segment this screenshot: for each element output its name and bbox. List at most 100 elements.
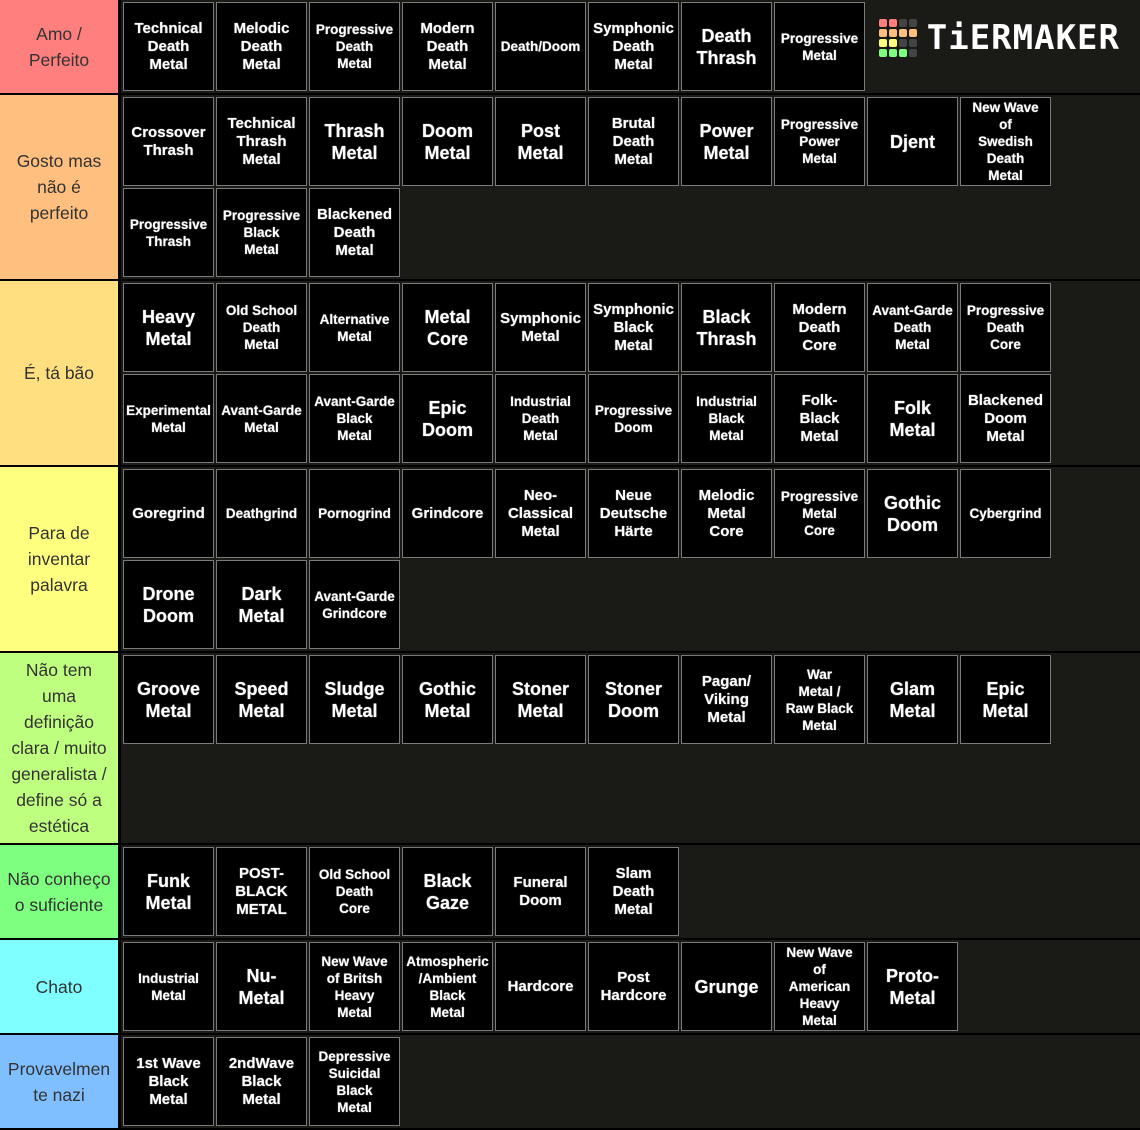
tier-item-card[interactable]: Metal Core [402,283,493,372]
logo-grid-cell [878,39,887,47]
tier-item-card[interactable]: Technical Death Metal [123,2,214,91]
tier-items: Groove Metal Speed Metal Sludge Metal Gothi… [121,653,1140,843]
tier-item-card[interactable]: Proto- Metal [867,942,958,1031]
tier-label[interactable]: Não conheço o suficiente [0,845,121,938]
tier-item-card[interactable]: Progressive Metal [774,2,865,91]
tier-item-card[interactable]: Groove Metal [123,655,214,744]
tier-item-card[interactable]: Black Gaze [402,847,493,936]
tier-item-card[interactable]: Nu- Metal [216,942,307,1031]
tier-label[interactable]: Amo / Perfeito [0,0,121,93]
tier-item-card[interactable]: Progressive Death Metal [309,2,400,91]
tier-item-card[interactable]: Sludge Metal [309,655,400,744]
tier-item-card[interactable]: Neo- Classical Metal [495,469,586,558]
tier-item-card[interactable]: Stoner Doom [588,655,679,744]
tier-item-card[interactable]: Blackened Doom Metal [960,374,1051,463]
tier-item-card[interactable]: Glam Metal [867,655,958,744]
tier-item-card[interactable]: Gothic Metal [402,655,493,744]
tier-row: É, tá bão Heavy Metal Old School Death Met… [0,281,1140,467]
tier-item-card[interactable]: Cybergrind [960,469,1051,558]
tier-items: Heavy Metal Old School Death Metal Alterna… [121,281,1140,465]
tier-item-card[interactable]: Modern Death Core [774,283,865,372]
tier-item-card[interactable]: Melodic Death Metal [216,2,307,91]
tier-item-card[interactable]: Heavy Metal [123,283,214,372]
tier-item-card[interactable]: Doom Metal [402,97,493,186]
tier-item-card[interactable]: New Wave of Swedish Death Metal [960,97,1051,186]
tier-item-card[interactable]: Speed Metal [216,655,307,744]
tier-item-card[interactable]: Brutal Death Metal [588,97,679,186]
tier-item-card[interactable]: Pagan/ Viking Metal [681,655,772,744]
tier-item-card[interactable]: Grindcore [402,469,493,558]
tier-item-card[interactable]: Folk Metal [867,374,958,463]
tier-item-card[interactable]: New Wave of American Heavy Metal [774,942,865,1031]
tier-item-card[interactable]: Progressive Metal Core [774,469,865,558]
tier-row: Não tem uma definição clara / muito gene… [0,653,1140,845]
tier-item-card[interactable]: 2ndWave Black Metal [216,1037,307,1126]
tier-label[interactable]: Chato [0,940,121,1033]
tier-item-card[interactable]: Death/Doom [495,2,586,91]
tier-item-card[interactable]: Depressive Suicidal Black Metal [309,1037,400,1126]
tier-item-card[interactable]: Atmospheric /Ambient Black Metal [402,942,493,1031]
tier-item-card[interactable]: Progressive Black Metal [216,188,307,277]
tier-item-card[interactable]: Gothic Doom [867,469,958,558]
tier-item-card[interactable]: Progressive Power Metal [774,97,865,186]
tier-item-card[interactable]: New Wave of Britsh Heavy Metal [309,942,400,1031]
tier-item-card[interactable]: Blackened Death Metal [309,188,400,277]
tier-item-card[interactable]: Progressive Death Core [960,283,1051,372]
tier-label[interactable]: Para de inventar palavra [0,467,121,651]
tier-item-card[interactable]: Alternative Metal [309,283,400,372]
tier-item-card[interactable]: Avant-Garde Grindcore [309,560,400,649]
logo-grid-cell [878,49,887,57]
tier-row: Não conheço o suficiente Funk Metal POST- … [0,845,1140,940]
tier-item-card[interactable]: Grunge [681,942,772,1031]
tier-item-card[interactable]: Melodic Metal Core [681,469,772,558]
tier-item-card[interactable]: Hardcore [495,942,586,1031]
tier-item-card[interactable]: Pornogrind [309,469,400,558]
tier-item-card[interactable]: Neue Deutsche Härte [588,469,679,558]
tier-item-card[interactable]: Death Thrash [681,2,772,91]
tier-item-card[interactable]: Symphonic Metal [495,283,586,372]
tier-item-card[interactable]: Funeral Doom [495,847,586,936]
tier-item-card[interactable]: Progressive Doom [588,374,679,463]
tier-item-card[interactable]: Avant-Garde Metal [216,374,307,463]
tier-item-card[interactable]: Thrash Metal [309,97,400,186]
tier-item-card[interactable]: Dark Metal [216,560,307,649]
tier-item-card[interactable]: Modern Death Metal [402,2,493,91]
tier-item-card[interactable]: 1st Wave Black Metal [123,1037,214,1126]
tier-item-card[interactable]: Deathgrind [216,469,307,558]
tier-item-card[interactable]: Epic Metal [960,655,1051,744]
tier-item-card[interactable]: Avant-Garde Death Metal [867,283,958,372]
tier-item-card[interactable]: Crossover Thrash [123,97,214,186]
tier-item-card[interactable]: Stoner Metal [495,655,586,744]
tier-item-card[interactable]: Drone Doom [123,560,214,649]
tier-item-card[interactable]: Progressive Thrash [123,188,214,277]
tier-label[interactable]: É, tá bão [0,281,121,465]
tier-label[interactable]: Gosto mas não é perfeito [0,95,121,279]
tier-item-card[interactable]: Symphonic Black Metal [588,283,679,372]
tier-item-card[interactable]: POST- BLACK METAL [216,847,307,936]
tier-item-card[interactable]: Avant-Garde Black Metal [309,374,400,463]
tier-item-card[interactable]: Experimental Metal [123,374,214,463]
tier-item-card[interactable]: Technical Thrash Metal [216,97,307,186]
tier-item-card[interactable]: Djent [867,97,958,186]
tier-item-card[interactable]: Industrial Black Metal [681,374,772,463]
tier-item-card[interactable]: Folk- Black Metal [774,374,865,463]
tier-label[interactable]: Não tem uma definição clara / muito gene… [0,653,121,843]
tier-item-card[interactable]: Power Metal [681,97,772,186]
tier-item-card[interactable]: Industrial Death Metal [495,374,586,463]
tier-item-card[interactable]: Goregrind [123,469,214,558]
tier-item-card[interactable]: Post Hardcore [588,942,679,1031]
tier-item-card[interactable]: War Metal / Raw Black Metal [774,655,865,744]
tier-item-card[interactable]: Funk Metal [123,847,214,936]
tier-item-card[interactable]: Symphonic Death Metal [588,2,679,91]
logo-grid-cell [878,19,887,27]
tier-item-card[interactable]: Old School Death Core [309,847,400,936]
tier-item-card[interactable]: Industrial Metal [123,942,214,1031]
logo-grid-cell [878,29,887,37]
tier-list-board: Amo / Perfeito Technical Death Metal Melod… [0,0,1140,1130]
tier-item-card[interactable]: Black Thrash [681,283,772,372]
tier-item-card[interactable]: Epic Doom [402,374,493,463]
tier-item-card[interactable]: Old School Death Metal [216,283,307,372]
tier-item-card[interactable]: Slam Death Metal [588,847,679,936]
tier-item-card[interactable]: Post Metal [495,97,586,186]
tier-label[interactable]: Provavelmen te nazi [0,1035,121,1128]
